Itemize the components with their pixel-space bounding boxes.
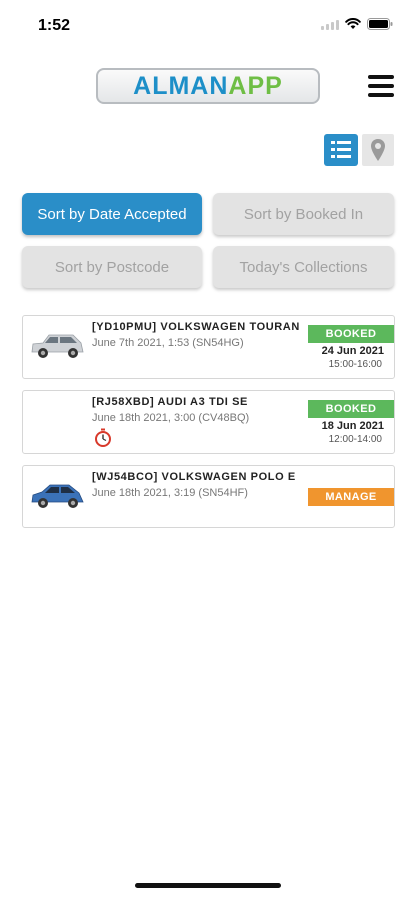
home-indicator[interactable]: [135, 883, 281, 888]
job-subtitle: June 7th 2021, 1:53 (SN54HG): [92, 337, 244, 349]
status-bar: 1:52: [0, 0, 415, 48]
status-time: 1:52: [38, 17, 71, 34]
manage-button[interactable]: MANAGE: [308, 488, 394, 506]
job-card[interactable]: [WJ54BCO] VOLKSWAGEN POLO E June 18th 20…: [22, 465, 395, 528]
almanapp-logo: ALMAN APP: [96, 68, 320, 104]
job-title: [RJ58XBD] AUDI A3 TDI SE: [92, 396, 248, 408]
status-icons: [321, 18, 393, 30]
status-badge: BOOKED: [308, 400, 394, 418]
signal-icon: [321, 19, 339, 30]
map-view-button[interactable]: [362, 134, 394, 166]
menu-icon[interactable]: [368, 75, 394, 97]
job-subtitle: June 18th 2021, 3:00 (CV48BQ): [92, 412, 250, 424]
stopwatch-icon: [95, 428, 111, 447]
list-view-button[interactable]: [324, 134, 358, 166]
logo-text-alman: ALMAN: [133, 71, 229, 100]
car-icon: [31, 484, 84, 508]
battery-icon: [367, 18, 393, 30]
list-view-icon: [331, 141, 351, 158]
map-pin-icon: [371, 139, 385, 161]
car-icon: [31, 334, 84, 358]
sort-by-date-accepted-button[interactable]: Sort by Date Accepted: [22, 193, 202, 235]
booked-time: 12:00-14:00: [328, 434, 382, 445]
sort-by-postcode-button[interactable]: Sort by Postcode: [22, 246, 202, 288]
job-card[interactable]: [YD10PMU] VOLKSWAGEN TOURAN June 7th 202…: [22, 315, 395, 379]
booked-time: 15:00-16:00: [328, 359, 382, 370]
todays-collections-button[interactable]: Today's Collections: [213, 246, 394, 288]
sort-by-booked-in-button[interactable]: Sort by Booked In: [213, 193, 394, 235]
booked-date: 24 Jun 2021: [321, 345, 384, 357]
job-title: [YD10PMU] VOLKSWAGEN TOURAN: [92, 321, 300, 333]
job-card[interactable]: [RJ58XBD] AUDI A3 TDI SE June 18th 2021,…: [22, 390, 395, 454]
logo-text-app: APP: [228, 71, 283, 100]
wifi-icon: [345, 18, 361, 30]
status-badge: BOOKED: [308, 325, 394, 343]
job-title: [WJ54BCO] VOLKSWAGEN POLO E: [92, 471, 296, 483]
job-subtitle: June 18th 2021, 3:19 (SN54HF): [92, 487, 248, 499]
booked-date: 18 Jun 2021: [321, 420, 384, 432]
